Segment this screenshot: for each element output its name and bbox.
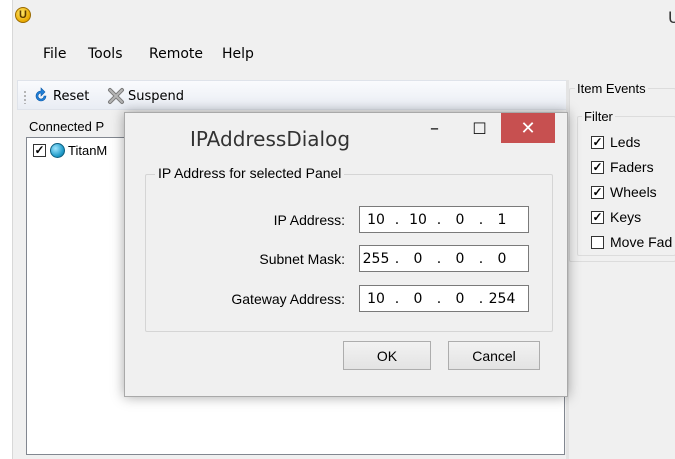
cancel-button[interactable]: Cancel <box>448 341 540 370</box>
maximize-icon: ☐ <box>472 118 487 138</box>
reset-button[interactable]: Reset <box>32 86 89 106</box>
ip-address-input[interactable]: 10. 10. 0. 1 <box>359 206 529 233</box>
octet-separator: . <box>394 211 400 228</box>
filter-keys-label: Keys <box>610 209 642 225</box>
dialog-title: IPAddressDialog <box>190 127 351 151</box>
subnet-octet-4[interactable]: 0 <box>486 251 518 267</box>
filter-label: Filter <box>582 109 615 124</box>
filter-move-faders[interactable]: Move Fad <box>591 234 672 250</box>
tree-item-panel[interactable]: ✓ TitanM <box>33 143 107 158</box>
toolbar: Reset Suspend <box>17 80 567 110</box>
ip-octet-3[interactable]: 0 <box>444 212 476 228</box>
octet-separator: . <box>478 250 484 267</box>
menu-bar: File Tools Remote Help <box>13 42 563 66</box>
filter-keys[interactable]: ✓ Keys <box>591 209 641 225</box>
suspend-label: Suspend <box>128 88 185 104</box>
gateway-address-label: Gateway Address: <box>231 291 345 307</box>
minimize-button[interactable]: – <box>412 113 457 143</box>
refresh-icon <box>32 87 50 105</box>
subnet-octet-3[interactable]: 0 <box>444 251 476 267</box>
subnet-mask-label: Subnet Mask: <box>259 251 345 267</box>
ip-octet-2[interactable]: 10 <box>402 212 434 228</box>
title-bar: U U <box>13 0 675 36</box>
gateway-octet-3[interactable]: 0 <box>444 291 476 307</box>
close-button[interactable]: ✕ <box>501 113 555 143</box>
menu-help[interactable]: Help <box>222 46 254 62</box>
app-logo-icon: U <box>15 7 31 23</box>
filter-wheels[interactable]: ✓ Wheels <box>591 184 657 200</box>
connected-panels-label: Connected P <box>29 119 105 134</box>
tree-item-label: TitanM <box>68 143 108 158</box>
close-icon: ✕ <box>520 117 536 139</box>
window-title: U <box>668 8 675 27</box>
subnet-octet-2[interactable]: 0 <box>402 251 434 267</box>
filter-leds-label: Leds <box>610 134 641 150</box>
menu-file[interactable]: File <box>43 46 66 62</box>
filter-move-faders-checkbox[interactable] <box>591 235 604 249</box>
filter-wheels-label: Wheels <box>610 184 657 200</box>
octet-separator: . <box>394 290 400 307</box>
ip-address-dialog: IPAddressDialog – ☐ ✕ IP Address for sel… <box>124 112 568 397</box>
minimize-icon: – <box>430 117 439 139</box>
ip-octet-4[interactable]: 1 <box>486 212 518 228</box>
octet-separator: . <box>478 211 484 228</box>
gateway-address-input[interactable]: 10. 0. 0. 254 <box>359 285 529 312</box>
menu-remote[interactable]: Remote <box>149 46 203 62</box>
item-events-label: Item Events <box>575 81 648 96</box>
octet-separator: . <box>436 250 442 267</box>
filter-faders[interactable]: ✓ Faders <box>591 159 654 175</box>
octet-separator: . <box>436 211 442 228</box>
octet-separator: . <box>478 290 484 307</box>
filter-keys-checkbox[interactable]: ✓ <box>591 210 604 224</box>
tree-item-checkbox[interactable]: ✓ <box>33 144 46 157</box>
filter-move-faders-label: Move Fad <box>610 234 673 250</box>
octet-separator: . <box>394 250 400 267</box>
ok-button[interactable]: OK <box>343 341 431 370</box>
x-icon <box>107 87 125 105</box>
gateway-octet-2[interactable]: 0 <box>402 291 434 307</box>
globe-icon <box>50 143 65 158</box>
filter-leds-checkbox[interactable]: ✓ <box>591 135 604 149</box>
filter-faders-label: Faders <box>610 159 654 175</box>
subnet-mask-input[interactable]: 255. 0. 0. 0 <box>359 245 529 272</box>
octet-separator: . <box>436 290 442 307</box>
toolbar-grip-icon[interactable] <box>24 90 26 104</box>
menu-tools[interactable]: Tools <box>88 46 123 62</box>
ip-octet-1[interactable]: 10 <box>360 212 392 228</box>
filter-leds[interactable]: ✓ Leds <box>591 134 640 150</box>
gateway-octet-4[interactable]: 254 <box>486 291 518 307</box>
subnet-octet-1[interactable]: 255 <box>360 251 392 267</box>
ip-address-group-label: IP Address for selected Panel <box>155 165 345 181</box>
filter-wheels-checkbox[interactable]: ✓ <box>591 185 604 199</box>
ip-address-label: IP Address: <box>273 212 345 228</box>
filter-faders-checkbox[interactable]: ✓ <box>591 160 604 174</box>
reset-label: Reset <box>53 88 90 104</box>
suspend-button[interactable]: Suspend <box>107 86 184 106</box>
maximize-button[interactable]: ☐ <box>457 113 502 143</box>
gateway-octet-1[interactable]: 10 <box>360 291 392 307</box>
